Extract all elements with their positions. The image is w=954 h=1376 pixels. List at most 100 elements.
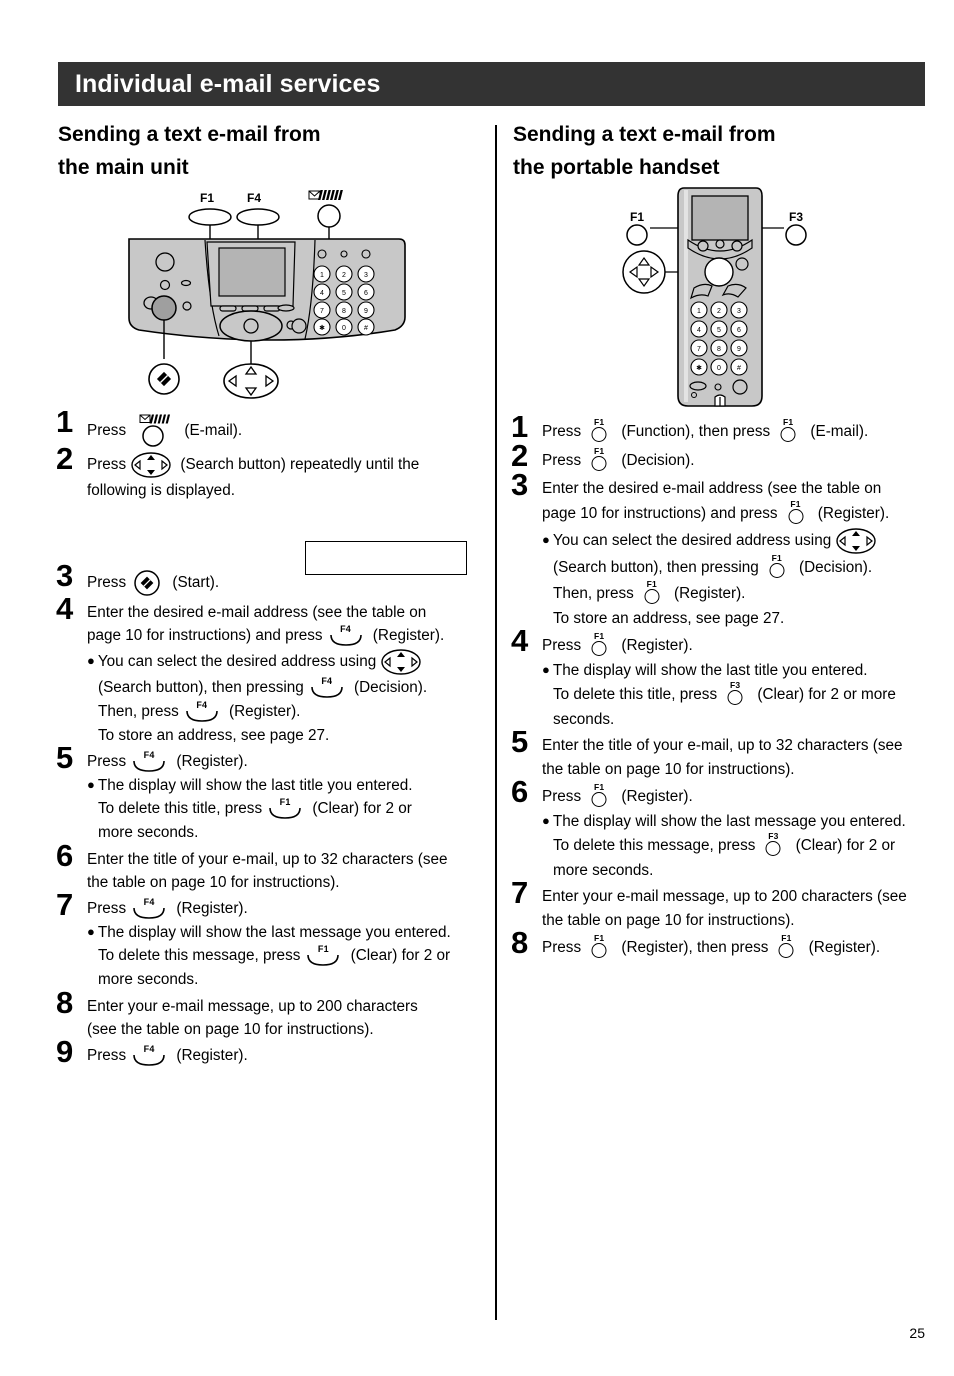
step-text: (Register). [172,1047,248,1065]
step-item: 8 Press F1 (Register), then press F1 (Regis… [511,927,933,961]
step-body: Enter your e-mail message, up to 200 cha… [87,995,488,1042]
svg-text:9: 9 [364,308,368,315]
step-text: more seconds. [98,824,199,842]
email-icon [139,414,171,424]
content-columns: Sending a text e-mail from the main unit… [0,118,954,1328]
key-f3: F3 [720,680,750,708]
step-text: more seconds. [98,971,199,989]
step-text: To delete this title, press [98,800,263,818]
step-text: Press [87,1047,127,1065]
handset-callout-f1-label: F1 [630,210,644,224]
callout-f1-key [188,208,232,227]
svg-text:3: 3 [364,272,368,279]
step-text: (see the table on page 10 for instructio… [87,1020,374,1038]
step-item: 4 Enter the desired e-mail address (see t… [56,593,488,748]
key-circle [727,690,743,706]
handset-side-button [735,257,749,271]
step-item: 2 Press F1 (Decision). [511,440,933,474]
svg-text:3: 3 [737,308,741,315]
step-text: (Register). [669,584,746,602]
step-text: Press [542,452,582,470]
key-f1: F1 [266,797,304,821]
step-number: 8 [511,924,529,960]
page-title: Individual e-mail services [75,69,381,98]
step-body: Press F1 (Decision). [542,446,933,474]
key-circle [591,640,607,656]
step-number: 6 [56,837,74,873]
handset-callout-f1-key [626,224,648,247]
step-text: page 10 for instructions) and press [87,626,323,644]
step-text: (E-mail). [806,423,869,441]
step-line: page 10 for instructions) and press F4 (R… [87,624,488,648]
svg-text:4: 4 [697,327,701,334]
step-item: 8 Enter your e-mail message, up to 200 ch… [56,987,488,1042]
step-item: 4 Press F1 (Register). ● The display will sh… [511,625,933,732]
key-f4: F4 [327,624,365,648]
step-line: following is displayed. [87,479,488,502]
handset-navigator [704,257,734,288]
step-number: 6 [511,773,529,809]
key-circle [591,942,607,958]
step-body: Enter the title of your e-mail, up to 32… [87,848,488,895]
step-text: (Clear) for 2 or [791,837,896,855]
step-line: Press F1 (Decision). [542,446,933,474]
right-column: Sending a text e-mail from the portable … [511,118,933,964]
step-text: Then, press [98,702,179,720]
key-f1: F1 [584,631,614,659]
left-section-title-line2: the main unit [58,156,189,180]
step-item: 9 Press F4 (Register). [56,1036,488,1068]
step-text: (Register). [172,900,248,918]
step-line: the table on page 10 for instructions). [542,909,933,932]
key-circle [591,427,607,443]
step-text: page 10 for instructions) and press [542,504,778,522]
step-line: Then, press F1 (Register). [542,579,933,607]
step-text: following is displayed. [87,482,235,500]
callout-f1-label: F1 [200,191,214,205]
step-text: Then, press [553,584,634,602]
step-text: Press [87,900,127,918]
step-item: 7 Press F4 (Register). ● The display will sh… [56,889,488,992]
step-text: (Decision). [794,558,873,576]
fax-left-small-button [159,280,171,291]
key-email [131,414,175,448]
step-text: Press [542,636,582,654]
fax-extra-button [291,318,307,334]
step-item: 6 Enter the title of your e-mail, up to 3… [56,840,488,895]
step-line: To delete this message, press F1 (Clear) … [87,944,488,968]
svg-text:✱: ✱ [696,364,702,372]
key-f1: F1 [773,417,803,445]
step-text: Enter the title of your e-mail, up to 32… [87,850,448,868]
fax-softkey-f2 [241,305,259,312]
key-circle [780,427,796,443]
step-text: (Clear) for 2 or more [753,686,896,704]
step-line: Enter the title of your e-mail, up to 32… [87,848,488,871]
bullet-dot: ● [87,652,95,668]
step-line: (Search button), then pressing F1 (Decisi… [542,553,933,581]
step-number: 7 [56,887,74,923]
key-search-navigator [130,451,172,479]
step-text: Press [87,753,127,771]
step-text: the table on page 10 for instructions). [87,873,340,891]
step-body: Press (Search button) repeatedly until t… [87,451,488,502]
step-bullet-line: ● You can select the desired address usin… [87,648,488,676]
step-line: Press F1 (Function), then press F1 (E-mail… [542,417,933,445]
step-text: (Register). [368,626,445,644]
step-text: The display will show the last title you… [552,661,868,679]
step-item: 7 Enter your e-mail message, up to 200 ch… [511,877,933,932]
step-text: The display will show the last message y… [97,924,451,942]
step-line: Then, press F4 (Register). [87,700,488,724]
step-item: 3 Enter the desired e-mail address (see t… [511,469,933,630]
step-line: the table on page 10 for instructions). [87,871,488,894]
step-text: the table on page 10 for instructions). [542,911,795,929]
email-key-circle [142,425,164,448]
step-bullet-line: ● The display will show the last message … [542,810,933,833]
step-text: the table on page 10 for instructions). [542,760,795,778]
step-body: Press F1 (Register), then press F1 (Regist… [542,933,933,961]
step-text: To delete this message, press [98,947,301,965]
fax-left-button [155,252,175,272]
svg-text:5: 5 [717,327,721,334]
step-body: Press F1 (Register). ● The display will sho… [542,631,933,732]
key-search-navigator [380,648,422,676]
right-section-title-line2: the portable handset [513,156,720,180]
step-item: 2 Press (Search button) repeatedly until … [56,443,488,576]
